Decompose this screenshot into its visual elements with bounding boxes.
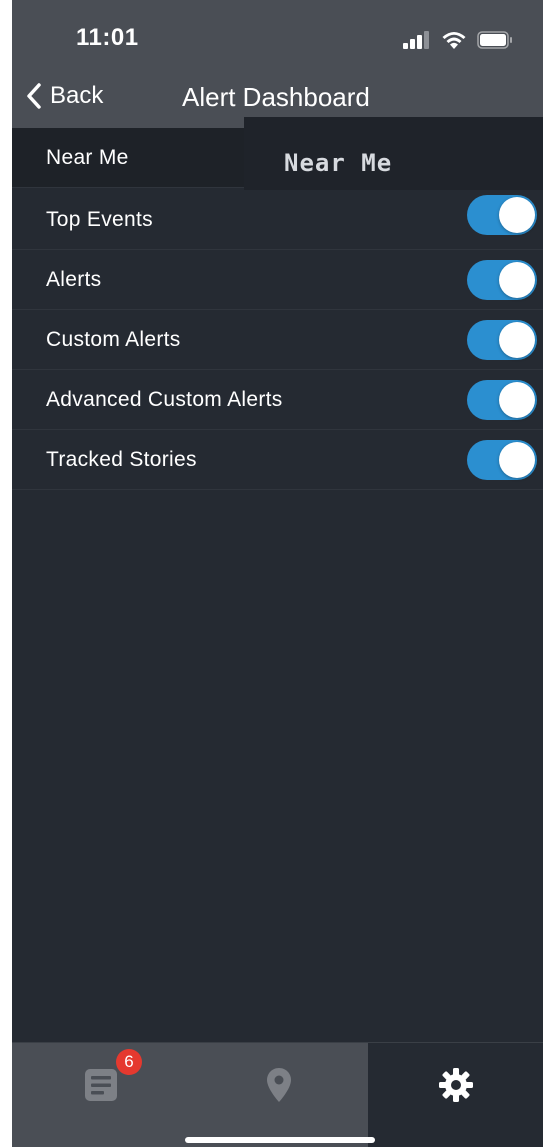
tab-bar: 6 bbox=[12, 1042, 543, 1147]
near-me-header-badge: Near Me bbox=[244, 117, 543, 190]
advanced-custom-alerts-toggle[interactable] bbox=[467, 379, 537, 420]
setting-label: Alerts bbox=[46, 267, 102, 291]
setting-row-top-events: Top Events bbox=[12, 190, 543, 250]
near-me-badge-text: Near Me bbox=[284, 149, 393, 177]
top-events-toggle[interactable] bbox=[467, 194, 537, 235]
tracked-stories-toggle[interactable] bbox=[467, 439, 537, 480]
tab-map[interactable] bbox=[190, 1043, 368, 1147]
home-indicator[interactable] bbox=[185, 1137, 375, 1143]
back-button[interactable]: Back bbox=[26, 82, 103, 110]
notification-badge: 6 bbox=[116, 1049, 142, 1075]
alerts-toggle[interactable] bbox=[467, 259, 537, 300]
news-icon bbox=[85, 1069, 117, 1101]
setting-label: Advanced Custom Alerts bbox=[46, 387, 283, 411]
gear-icon bbox=[438, 1068, 473, 1102]
toggle-knob bbox=[499, 441, 535, 478]
toggle-knob bbox=[499, 261, 535, 298]
setting-label: Top Events bbox=[46, 207, 153, 231]
setting-row-tracked-stories: Tracked Stories bbox=[12, 430, 543, 490]
near-me-label: Near Me bbox=[46, 145, 129, 169]
toggle-knob bbox=[499, 321, 535, 358]
page-title: Alert Dashboard bbox=[182, 82, 370, 112]
toggle-knob bbox=[499, 196, 535, 233]
setting-label: Custom Alerts bbox=[46, 327, 181, 351]
toggle-knob bbox=[499, 381, 535, 418]
setting-row-advanced-custom-alerts: Advanced Custom Alerts bbox=[12, 370, 543, 430]
alert-dashboard-screen: 11:01 Back Alert Dashboard Near Me Near … bbox=[12, 0, 543, 1147]
battery-icon bbox=[477, 31, 512, 49]
chevron-left-icon bbox=[27, 83, 41, 109]
status-time: 11:01 bbox=[76, 24, 139, 51]
tab-news[interactable]: 6 bbox=[12, 1043, 190, 1147]
setting-label: Tracked Stories bbox=[46, 447, 197, 471]
status-icons bbox=[403, 30, 513, 50]
back-label: Back bbox=[50, 82, 104, 109]
wifi-icon bbox=[442, 32, 466, 49]
custom-alerts-toggle[interactable] bbox=[467, 319, 537, 360]
top-bar: 11:01 Back Alert Dashboard bbox=[12, 0, 543, 128]
setting-row-alerts: Alerts bbox=[12, 250, 543, 310]
setting-row-custom-alerts: Custom Alerts bbox=[12, 310, 543, 370]
tab-settings[interactable] bbox=[368, 1043, 543, 1147]
signal-icon bbox=[403, 31, 429, 49]
map-pin-icon bbox=[267, 1068, 291, 1102]
